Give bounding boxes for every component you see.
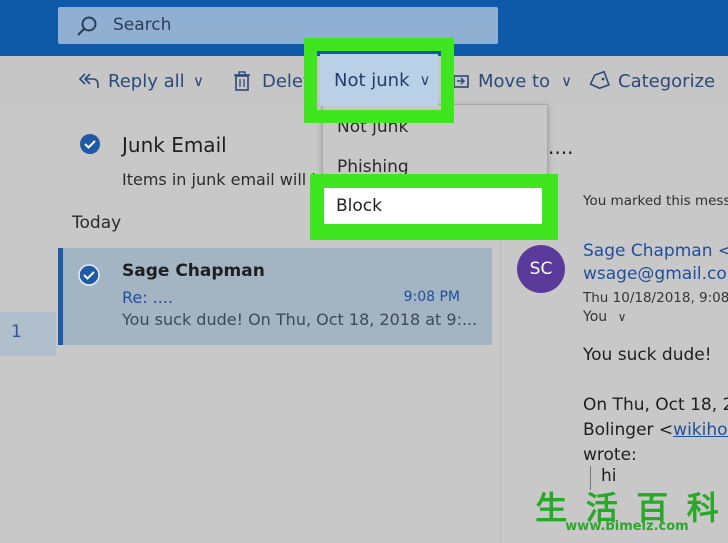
message-body-line: On Thu, Oct 18, 20 bbox=[583, 395, 728, 415]
message-body-line: You suck dude! bbox=[583, 345, 712, 365]
folder-description: Items in junk email will b bbox=[122, 170, 322, 189]
watermark: 生 活 百 科 www.bimeiz.com bbox=[526, 483, 728, 543]
delete-label: Delet bbox=[262, 70, 311, 92]
message-sender: Sage Chapman bbox=[122, 261, 265, 281]
message-list-item[interactable]: Sage Chapman Re: .... 9:08 PM You suck d… bbox=[58, 248, 492, 345]
avatar[interactable]: SC bbox=[517, 245, 565, 293]
folder-title: Junk Email bbox=[122, 133, 227, 157]
message-check-icon[interactable] bbox=[78, 264, 100, 286]
watermark-characters: 生 活 百 科 bbox=[526, 483, 728, 527]
recipient-label: You bbox=[583, 309, 608, 325]
watermark-char: 百 bbox=[636, 489, 669, 527]
message-preview: You suck dude! On Thu, Oct 18, 2018 at 9… bbox=[122, 310, 478, 329]
watermark-char: 生 bbox=[535, 489, 568, 527]
selection-accent bbox=[58, 248, 63, 345]
not-junk-label: Not junk bbox=[334, 69, 410, 91]
reply-all-label: Reply all bbox=[108, 70, 185, 92]
categorize-button[interactable]: Categorize ∨ bbox=[588, 67, 728, 95]
menu-item-block[interactable]: Block bbox=[324, 188, 542, 224]
categorize-label: Categorize bbox=[618, 70, 716, 92]
move-to-button[interactable]: Move to ∨ bbox=[452, 67, 572, 95]
message-body-line: Bolinger <wikihow bbox=[583, 420, 728, 440]
not-junk-button[interactable]: Not junk ∨ bbox=[320, 54, 438, 106]
junk-notice: You marked this mess bbox=[583, 193, 728, 209]
reading-date: Thu 10/18/2018, 9:08 bbox=[583, 290, 728, 306]
reply-all-icon bbox=[78, 73, 99, 88]
delete-button[interactable]: Delet bbox=[233, 67, 310, 95]
message-subject: Re: .... bbox=[122, 288, 174, 307]
tag-icon bbox=[589, 71, 610, 90]
email-link[interactable]: wikihow bbox=[673, 420, 728, 440]
watermark-url: www.bimeiz.com bbox=[565, 519, 689, 534]
reading-recipient[interactable]: You ∨ bbox=[583, 309, 626, 325]
watermark-char: 活 bbox=[585, 489, 618, 527]
message-subject-heading: .... bbox=[548, 135, 574, 159]
message-time: 9:08 PM bbox=[403, 289, 460, 305]
not-junk-chevron-down-icon: ∨ bbox=[419, 71, 431, 89]
move-to-label: Move to bbox=[478, 70, 551, 92]
expand-recipients-chevron-icon: ∨ bbox=[617, 310, 627, 324]
reply-options-chevron-down-icon[interactable]: ∨ bbox=[193, 67, 204, 95]
move-to-icon bbox=[453, 75, 469, 88]
select-all-check-icon[interactable] bbox=[79, 133, 101, 155]
reply-all-button[interactable]: Reply all bbox=[78, 67, 185, 95]
move-to-chevron-down-icon: ∨ bbox=[561, 72, 573, 90]
reading-sender-email[interactable]: wsage@gmail.com bbox=[583, 264, 728, 284]
trash-icon bbox=[234, 71, 250, 91]
watermark-char: 科 bbox=[686, 489, 719, 527]
search-icon bbox=[77, 16, 97, 36]
folder-unread-count[interactable]: 1 bbox=[0, 312, 56, 356]
search-input[interactable]: Search bbox=[113, 15, 171, 35]
reading-sender[interactable]: Sage Chapman <w bbox=[583, 241, 728, 261]
body-text: Bolinger < bbox=[583, 420, 674, 440]
date-group-header: Today bbox=[72, 213, 122, 233]
message-body-line: wrote: bbox=[583, 445, 637, 465]
